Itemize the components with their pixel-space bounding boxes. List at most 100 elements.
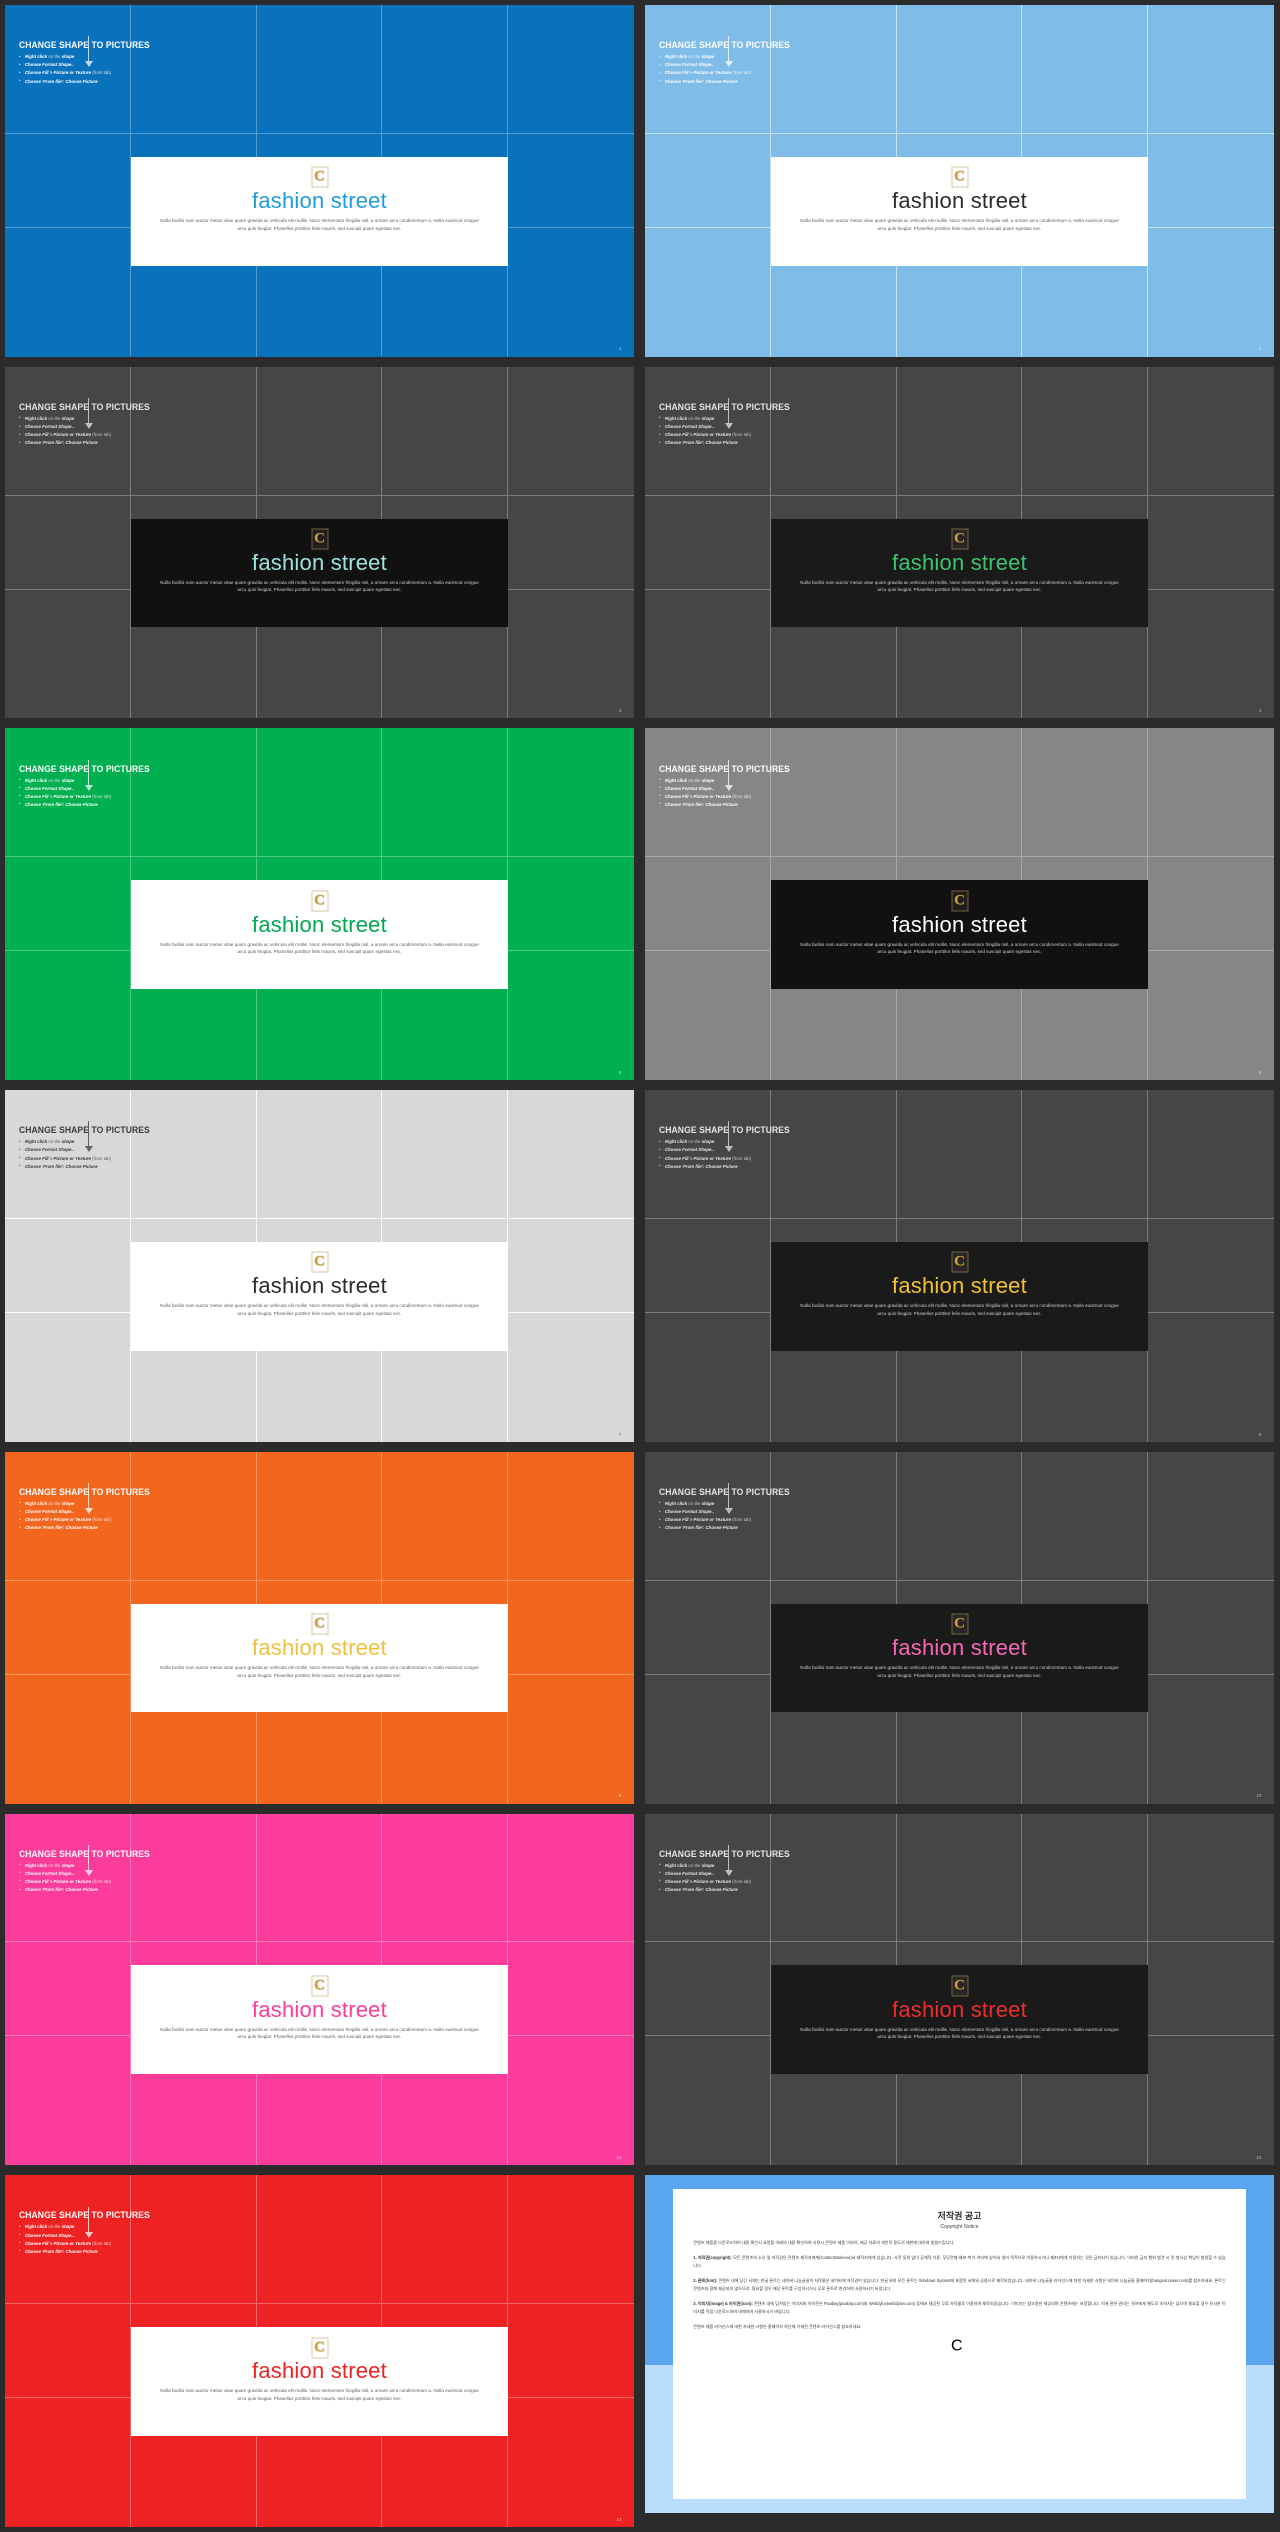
slide-5[interactable]: CHANGE SHAPE TO PICTURES Right click on t… <box>5 728 634 1081</box>
picture-placeholder-cell[interactable] <box>5 1219 131 1313</box>
picture-placeholder-cell[interactable] <box>1148 951 1274 1080</box>
slide-12[interactable]: CHANGE SHAPE TO PICTURES Right click on t… <box>645 1813 1274 2166</box>
bullet-lead: Choose <box>664 1517 681 1523</box>
picture-placeholder-cell[interactable] <box>1022 1813 1149 1943</box>
picture-placeholder-cell[interactable] <box>382 1451 509 1581</box>
picture-placeholder-cell[interactable] <box>1022 1451 1149 1581</box>
picture-placeholder-cell[interactable] <box>645 857 771 952</box>
picture-placeholder-cell[interactable] <box>382 1090 509 1219</box>
slide-1[interactable]: CHANGE SHAPE TO PICTURES Right click on t… <box>5 5 634 357</box>
picture-placeholder-cell[interactable] <box>1148 228 1274 357</box>
picture-placeholder-cell[interactable] <box>1148 1581 1274 1675</box>
picture-placeholder-cell[interactable] <box>645 1942 771 2037</box>
picture-placeholder-cell[interactable] <box>645 951 771 1081</box>
picture-placeholder-cell[interactable] <box>1148 1814 1274 1943</box>
picture-placeholder-cell[interactable] <box>5 857 131 952</box>
picture-placeholder-cell[interactable] <box>1148 1090 1274 1219</box>
slide-6[interactable]: CHANGE SHAPE TO PICTURES Right click on t… <box>645 728 1274 1081</box>
slide-10[interactable]: CHANGE SHAPE TO PICTURES Right click on t… <box>645 1451 1274 1804</box>
picture-placeholder-cell[interactable] <box>382 366 509 496</box>
picture-placeholder-cell[interactable] <box>5 589 131 719</box>
picture-placeholder-cell[interactable] <box>1148 2036 1274 2165</box>
picture-placeholder-cell[interactable] <box>645 1312 771 1442</box>
picture-placeholder-cell[interactable] <box>1022 366 1149 496</box>
picture-placeholder-cell[interactable] <box>5 951 131 1081</box>
picture-placeholder-cell[interactable] <box>508 1313 634 1442</box>
picture-placeholder-cell[interactable] <box>508 590 634 719</box>
picture-placeholder-cell[interactable] <box>508 2304 634 2399</box>
picture-placeholder-cell[interactable] <box>508 367 634 496</box>
picture-placeholder-cell[interactable] <box>382 728 509 858</box>
slide-13[interactable]: CHANGE SHAPE TO PICTURES Right click on t… <box>5 2175 634 2527</box>
picture-placeholder-cell[interactable] <box>508 2398 634 2527</box>
picture-placeholder-cell[interactable] <box>1148 496 1274 590</box>
picture-placeholder-cell[interactable] <box>508 857 634 952</box>
picture-placeholder-cell[interactable] <box>508 134 634 228</box>
picture-placeholder-cell[interactable] <box>5 1312 131 1442</box>
picture-placeholder-cell[interactable] <box>1022 5 1149 134</box>
instruction-bullet: Right click on the shape <box>659 776 948 785</box>
picture-placeholder-cell[interactable] <box>645 1674 771 1804</box>
picture-placeholder-cell[interactable] <box>508 1814 634 1943</box>
picture-placeholder-cell[interactable] <box>1148 1219 1274 1313</box>
picture-placeholder-cell[interactable] <box>645 133 771 228</box>
bullet-mid <box>41 2233 42 2238</box>
picture-placeholder-cell[interactable] <box>5 1674 131 1804</box>
picture-placeholder-cell[interactable] <box>508 728 634 858</box>
picture-placeholder-cell[interactable] <box>508 2175 634 2305</box>
slide-cell: CHANGE SHAPE TO PICTURES Right click on t… <box>0 362 640 724</box>
slide-copyright[interactable]: 저작권 공고 Copyright Notice 콘텐츠 제품을 다운로드하여 내용 … <box>645 2175 1274 2527</box>
instruction-bullet: Right click on the shape <box>19 1861 308 1870</box>
picture-placeholder-cell[interactable] <box>645 2036 771 2166</box>
picture-placeholder-cell[interactable] <box>508 1675 634 1804</box>
picture-placeholder-cell[interactable] <box>5 1580 131 1675</box>
picture-placeholder-cell[interactable] <box>1148 1942 1274 2037</box>
picture-placeholder-cell[interactable] <box>508 2036 634 2165</box>
picture-placeholder-cell[interactable] <box>508 951 634 1080</box>
picture-placeholder-cell[interactable] <box>382 2175 509 2305</box>
slide-8[interactable]: CHANGE SHAPE TO PICTURES Right click on t… <box>645 1090 1274 1442</box>
picture-placeholder-cell[interactable] <box>1148 134 1274 228</box>
picture-placeholder-cell[interactable] <box>645 589 771 719</box>
copyright-heading-ko: 저작권 공고 <box>937 2211 982 2222</box>
picture-placeholder-cell[interactable] <box>5 495 131 590</box>
slide-7[interactable]: CHANGE SHAPE TO PICTURES Right click on t… <box>5 1090 634 1442</box>
picture-placeholder-cell[interactable] <box>5 2036 131 2166</box>
picture-placeholder-cell[interactable] <box>1148 590 1274 719</box>
picture-placeholder-cell[interactable] <box>508 1090 634 1219</box>
picture-placeholder-cell[interactable] <box>5 2398 131 2527</box>
picture-placeholder-cell[interactable] <box>5 2304 131 2399</box>
slide-3[interactable]: CHANGE SHAPE TO PICTURES Right click on t… <box>5 366 634 719</box>
picture-placeholder-cell[interactable] <box>1148 857 1274 952</box>
picture-placeholder-cell[interactable] <box>382 5 509 134</box>
bullet-tail: Format Shape.. <box>42 424 74 429</box>
picture-placeholder-cell[interactable] <box>508 1219 634 1313</box>
picture-placeholder-cell[interactable] <box>508 5 634 134</box>
picture-placeholder-cell[interactable] <box>508 1452 634 1581</box>
picture-placeholder-cell[interactable] <box>508 1581 634 1675</box>
picture-placeholder-cell[interactable] <box>1148 1675 1274 1804</box>
picture-placeholder-cell[interactable] <box>1148 728 1274 858</box>
slide-11[interactable]: CHANGE SHAPE TO PICTURES Right click on t… <box>5 1813 634 2166</box>
slide-4[interactable]: CHANGE SHAPE TO PICTURES Right click on t… <box>645 366 1274 719</box>
picture-placeholder-cell[interactable] <box>1022 728 1149 858</box>
picture-placeholder-cell[interactable] <box>645 495 771 590</box>
picture-placeholder-cell[interactable] <box>382 1813 509 1943</box>
picture-placeholder-cell[interactable] <box>5 133 131 228</box>
slide-2[interactable]: CHANGE SHAPE TO PICTURES Right click on t… <box>645 5 1274 357</box>
picture-placeholder-cell[interactable] <box>1148 5 1274 134</box>
picture-placeholder-cell[interactable] <box>645 1580 771 1675</box>
picture-placeholder-cell[interactable] <box>1022 1090 1149 1219</box>
picture-placeholder-cell[interactable] <box>1148 1452 1274 1581</box>
picture-placeholder-cell[interactable] <box>645 1219 771 1313</box>
picture-placeholder-cell[interactable] <box>645 227 771 357</box>
content-body: Nulla facilisi nam auctor metus vitae qu… <box>160 941 479 955</box>
picture-placeholder-cell[interactable] <box>1148 367 1274 496</box>
picture-placeholder-cell[interactable] <box>1148 1313 1274 1442</box>
picture-placeholder-cell[interactable] <box>508 496 634 590</box>
picture-placeholder-cell[interactable] <box>508 228 634 357</box>
slide-9[interactable]: CHANGE SHAPE TO PICTURES Right click on t… <box>5 1451 634 1804</box>
picture-placeholder-cell[interactable] <box>5 227 131 357</box>
picture-placeholder-cell[interactable] <box>508 1942 634 2037</box>
picture-placeholder-cell[interactable] <box>5 1942 131 2037</box>
